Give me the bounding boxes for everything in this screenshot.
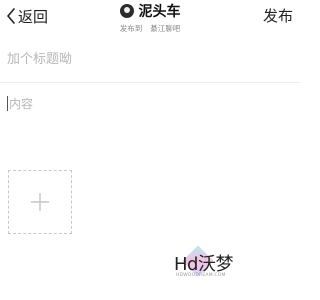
post-target: 发布到 綦江聊吧 bbox=[0, 23, 300, 34]
page-title: 泥头车 bbox=[138, 4, 181, 20]
text-cursor bbox=[7, 96, 8, 111]
watermark-url: HDWOODREAM.COM bbox=[176, 273, 226, 278]
watermark: Hd沃梦 HDWOODREAM.COM bbox=[168, 245, 278, 296]
title-input[interactable] bbox=[7, 48, 293, 70]
avatar bbox=[119, 4, 134, 18]
title-block: 泥头车 发布到 綦江聊吧 bbox=[0, 2, 300, 34]
add-image-button[interactable] bbox=[8, 170, 72, 234]
content-input[interactable] bbox=[9, 95, 291, 155]
divider bbox=[0, 82, 300, 83]
post-editor-screen: 返回 泥头车 发布到綦江聊吧 发布 Hd沃梦 HDWOODREAM.COM bbox=[0, 0, 300, 300]
top-bar: 返回 泥头车 发布到 綦江聊吧 发布 bbox=[0, 0, 300, 40]
publish-button[interactable]: 发布 bbox=[263, 5, 293, 26]
post-target-forum[interactable]: 綦江聊吧 bbox=[150, 24, 180, 33]
post-target-prefix: 发布到 bbox=[119, 24, 143, 33]
plus-icon bbox=[31, 193, 49, 211]
